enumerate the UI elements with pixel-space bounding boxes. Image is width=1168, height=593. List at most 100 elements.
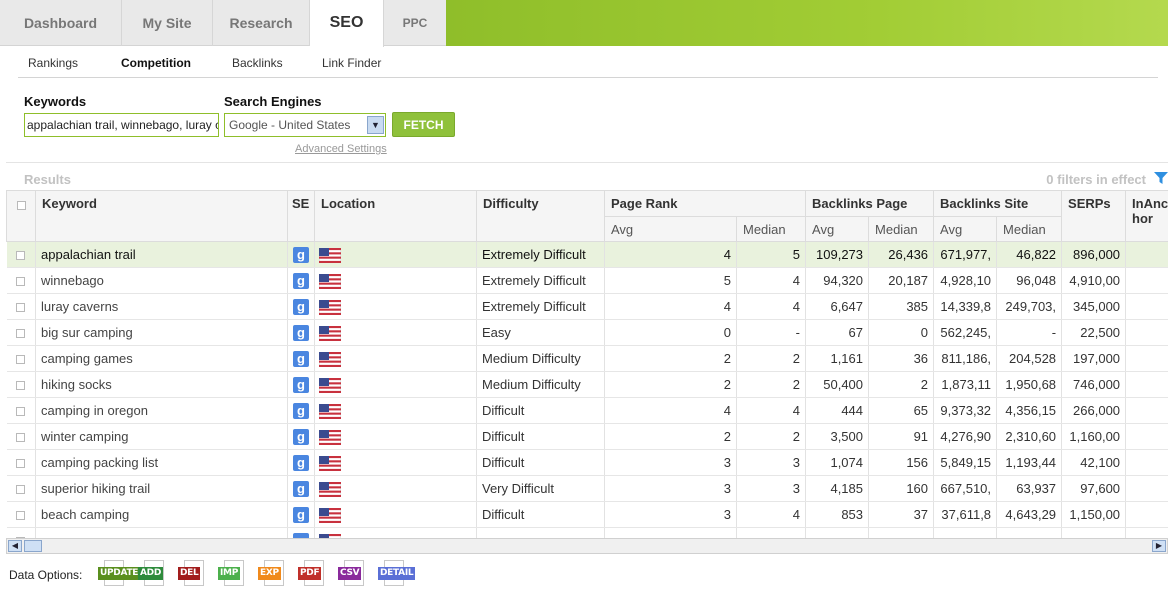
row-checkbox[interactable] [6,501,36,528]
keyword-cell[interactable]: winter camping [35,423,288,450]
col-page-rank[interactable]: Page Rank [603,190,807,217]
del-button[interactable]: DEL [178,560,208,588]
chevron-down-icon[interactable]: ▼ [367,116,384,134]
row-checkbox[interactable] [6,267,36,294]
row-checkbox[interactable] [6,527,36,538]
table-row[interactable]: camping packing list g Difficult 3 3 1,074 15… [6,449,1168,476]
scrollbar-thumb[interactable] [24,540,42,552]
col-serps[interactable]: SERPs [1061,190,1127,242]
filter-icon[interactable] [1154,172,1168,184]
sub-nav: Rankings Competition Backlinks Link Find… [0,46,1168,80]
google-icon: g [293,246,309,263]
col-bs-median[interactable]: Median [996,216,1063,242]
add-button[interactable]: ADD [138,560,168,588]
table-row[interactable]: appalachian trail g Extremely Difficult 4 5… [6,241,1168,268]
filters-status[interactable]: 0 filters in effect [1046,172,1146,187]
table-row[interactable]: winter camping g Difficult 2 2 3,500 91 4,276,… [6,423,1168,450]
keyword-cell[interactable]: winnebago [35,267,288,294]
bs-avg-cell: 4,928,10 [933,267,998,294]
subnav-competition[interactable]: Competition [121,56,191,70]
tab-ppc[interactable]: PPC [384,0,446,46]
keyword-cell[interactable] [35,527,288,538]
horizontal-scrollbar[interactable]: ◀ ▶ [6,538,1168,554]
col-se[interactable]: SE [287,190,315,242]
difficulty-cell: Medium Difficulty [476,345,605,372]
subnav-link-finder[interactable]: Link Finder [322,56,381,70]
col-bp-avg[interactable]: Avg [805,216,870,242]
table-row[interactable]: hiking socks g Medium Difficulty 2 2 50,400 2… [6,371,1168,398]
row-checkbox[interactable] [6,397,36,424]
tab-my-site[interactable]: My Site [122,0,213,46]
keyword-cell[interactable]: superior hiking trail [35,475,288,502]
row-checkbox[interactable] [6,345,36,372]
keyword-cell[interactable]: beach camping [35,501,288,528]
subnav-rankings[interactable]: Rankings [28,56,78,70]
col-backlinks-page[interactable]: Backlinks Page [805,190,935,217]
location-cell [314,475,477,502]
table-row[interactable]: camping games g Medium Difficulty 2 2 1,161 3… [6,345,1168,372]
keyword-cell[interactable]: camping games [35,345,288,372]
scroll-left-icon[interactable]: ◀ [8,540,22,552]
row-checkbox[interactable] [6,371,36,398]
col-bs-avg[interactable]: Avg [933,216,998,242]
imp-button[interactable]: IMP [218,560,248,588]
tab-dashboard[interactable]: Dashboard [0,0,122,46]
bp-avg-cell: 3,500 [805,423,870,450]
search-engine-select[interactable]: Google - United States ▼ [224,113,386,137]
difficulty-cell: Difficult [476,449,605,476]
tab-research[interactable]: Research [213,0,310,46]
row-checkbox[interactable] [6,241,36,268]
col-keyword[interactable]: Keyword [35,190,288,242]
fetch-button[interactable]: FETCH [392,112,455,137]
difficulty-cell: Difficult [476,501,605,528]
advanced-settings-link[interactable]: Advanced Settings [295,143,387,155]
keyword-cell[interactable]: hiking socks [35,371,288,398]
us-flag-icon [319,377,341,393]
us-flag-icon [319,481,341,497]
col-pr-median[interactable]: Median [735,216,807,242]
table-row[interactable]: luray caverns g Extremely Difficult 4 4 6,64… [6,293,1168,320]
csv-button[interactable]: CSV [338,560,368,588]
row-checkbox[interactable] [6,475,36,502]
update-button[interactable]: UPDATE [98,560,141,588]
scroll-right-icon[interactable]: ▶ [1152,540,1166,552]
col-difficulty[interactable]: Difficulty [476,190,605,242]
keyword-cell[interactable]: appalachian trail [35,241,288,268]
pdf-button[interactable]: PDF [298,560,328,588]
keyword-cell[interactable]: camping in oregon [35,397,288,424]
keywords-input[interactable]: appalachian trail, winnebago, luray cave… [24,113,219,137]
row-checkbox[interactable] [6,423,36,450]
keyword-cell[interactable]: camping packing list [35,449,288,476]
table-row[interactable]: superior hiking trail g Very Difficult 3 3 4… [6,475,1168,502]
table-row[interactable]: g [6,527,1168,538]
select-all-checkbox[interactable] [6,190,36,242]
col-backlinks-site[interactable]: Backlinks Site [933,190,1063,217]
pr-median-cell: 4 [736,501,807,528]
pr-avg-cell: 3 [604,475,737,502]
keyword-cell[interactable]: luray caverns [35,293,288,320]
table-row[interactable]: winnebago g Extremely Difficult 5 4 94,320 20… [6,267,1168,294]
row-checkbox[interactable] [6,293,36,320]
detail-button[interactable]: DETAIL [378,560,416,588]
serps-cell: 1,160,00 [1061,423,1127,450]
col-location[interactable]: Location [314,190,477,242]
us-flag-icon [319,325,341,341]
row-checkbox[interactable] [6,449,36,476]
row-checkbox[interactable] [6,319,36,346]
detail-label: DETAIL [378,567,416,580]
table-row[interactable]: big sur camping g Easy 0-67 0 562,245, -22,50… [6,319,1168,346]
table-row[interactable]: beach camping g Difficult 3 4 853 37 37,611,8 4… [6,501,1168,528]
col-pr-avg[interactable]: Avg [604,216,737,242]
col-inanchor[interactable]: InAnchor [1125,190,1168,242]
us-flag-icon [319,247,341,263]
table-row[interactable]: camping in oregon g Difficult 4 4 444 65 9,373… [6,397,1168,424]
subnav-backlinks[interactable]: Backlinks [232,56,283,70]
bp-avg-cell: 94,320 [805,267,870,294]
difficulty-cell: Easy [476,319,605,346]
exp-button[interactable]: EXP [258,560,288,588]
bp-median-cell: 385 [868,293,935,320]
col-bp-median[interactable]: Median [868,216,935,242]
keyword-cell[interactable]: big sur camping [35,319,288,346]
tab-seo[interactable]: SEO [310,0,384,47]
difficulty-cell [476,527,605,538]
